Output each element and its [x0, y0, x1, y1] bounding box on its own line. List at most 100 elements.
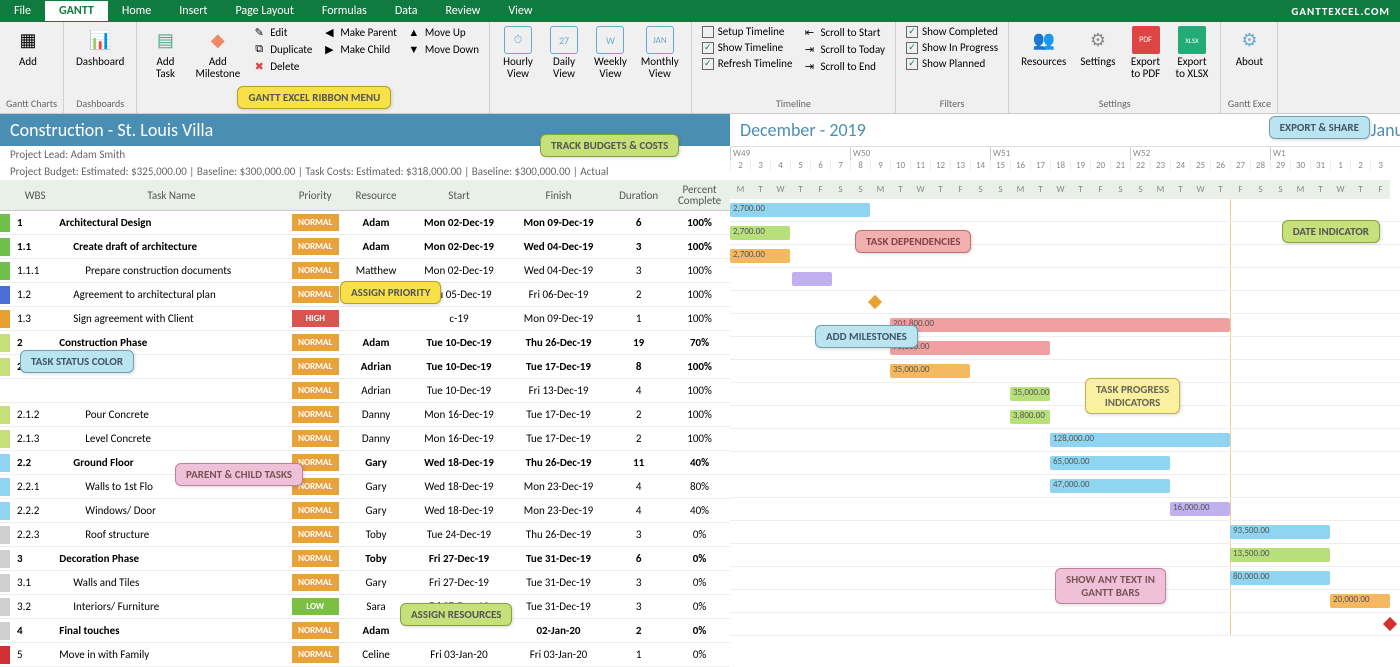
gantt-bar[interactable]: 35,000.00: [890, 364, 970, 378]
milestone-icon: ◆: [204, 26, 232, 54]
move-up-button[interactable]: ▲Move Up: [403, 24, 483, 40]
tab-gantt[interactable]: GANTT: [45, 1, 108, 21]
delete-icon: ✖: [252, 59, 266, 73]
move-down-button[interactable]: ▼Move Down: [403, 41, 483, 57]
table-row[interactable]: 2.1.2Pour ConcreteNORMALDannyMon 16-Dec-…: [0, 403, 730, 427]
table-row[interactable]: 5Move in with FamilyNORMALCelineFri 03-J…: [0, 643, 730, 667]
gantt-bar[interactable]: 16,000.00: [1170, 502, 1230, 516]
tab-file[interactable]: File: [0, 1, 45, 21]
duplicate-button[interactable]: ⧉Duplicate: [248, 41, 316, 57]
callout-track-budgets: TRACK BUDGETS & COSTS: [540, 134, 679, 157]
pdf-icon: PDF: [1132, 26, 1160, 54]
gantt-row: [730, 291, 1400, 314]
gantt-bar[interactable]: 35,000.00: [1010, 387, 1050, 401]
checkbox-icon: ✓: [906, 58, 918, 70]
gantt-bar[interactable]: 65,000.00: [1050, 456, 1170, 470]
table-row[interactable]: 2.2Ground FloorNORMALGaryWed 18-Dec-19Th…: [0, 451, 730, 475]
table-row[interactable]: 2.1.3Level ConcreteNORMALDannyMon 16-Dec…: [0, 427, 730, 451]
tab-review[interactable]: Review: [431, 1, 494, 21]
group-views: [496, 96, 685, 111]
day-of-week: T: [1350, 180, 1370, 199]
add-chart-button[interactable]: ▦Add: [6, 24, 50, 70]
dashboard-button[interactable]: 📊Dashboard: [70, 24, 130, 70]
milestone-marker[interactable]: [1383, 617, 1397, 631]
hourly-view-button[interactable]: ⏱Hourly View: [496, 24, 540, 82]
weekly-view-button[interactable]: WWeekly View: [588, 24, 633, 82]
gantt-bar[interactable]: 3,800.00: [1010, 410, 1050, 424]
gantt-row: 93,500.00: [730, 521, 1400, 544]
scroll-today-icon: ⇥: [802, 42, 816, 56]
col-wbs[interactable]: WBS: [11, 180, 55, 211]
gantt-bar[interactable]: 2,700.00: [730, 249, 790, 263]
gantt-bar[interactable]: 13,500.00: [1230, 548, 1330, 562]
gantt-bar[interactable]: 93,500.00: [1230, 525, 1330, 539]
milestone-marker[interactable]: [868, 295, 882, 309]
col-finish[interactable]: Finish: [509, 180, 609, 211]
make-child-button[interactable]: ▶Make Child: [318, 41, 401, 57]
table-row[interactable]: 1Architectural DesignNORMALAdamMon 02-De…: [0, 211, 730, 235]
table-row[interactable]: 1.1.1Prepare construction documentsNORMA…: [0, 259, 730, 283]
setup-timeline-check[interactable]: Setup Timeline: [698, 24, 797, 39]
col-start[interactable]: Start: [409, 180, 509, 211]
daily-view-button[interactable]: 27Daily View: [542, 24, 586, 82]
delete-button[interactable]: ✖Delete: [248, 58, 316, 74]
timeline-day-numbers: 2345678910111213141516171819202122232425…: [730, 160, 1400, 171]
make-parent-button[interactable]: ◀Make Parent: [318, 24, 401, 40]
gantt-bar[interactable]: 20,000.00: [1330, 594, 1390, 608]
col-percent[interactable]: Percent Complete: [669, 180, 730, 211]
callout-date-indicator: DATE INDICATOR: [1282, 220, 1380, 243]
tab-view[interactable]: View: [494, 1, 546, 21]
tab-home[interactable]: Home: [108, 1, 165, 21]
col-resource[interactable]: Resource: [343, 180, 409, 211]
table-row[interactable]: 1.3Sign agreement with ClientHIGHc-19Mon…: [0, 307, 730, 331]
col-task[interactable]: Task Name: [55, 180, 287, 211]
add-milestone-button[interactable]: ◆Add Milestone: [189, 24, 246, 82]
day-of-week: T: [1070, 180, 1090, 199]
table-row[interactable]: 3.2Interiors/ FurnitureLOWSaraFri 27-Dec…: [0, 595, 730, 619]
export-pdf-button[interactable]: PDFExport to PDF: [1124, 24, 1168, 82]
refresh-timeline-check[interactable]: ✓Refresh Timeline: [698, 56, 797, 71]
add-task-button[interactable]: ▤Add Task: [143, 24, 187, 82]
gantt-bar[interactable]: 2,700.00: [730, 203, 870, 217]
edit-button[interactable]: ✎Edit: [248, 24, 316, 40]
arrow-down-icon: ▼: [407, 42, 421, 56]
gantt-bar[interactable]: 47,000.00: [1050, 479, 1170, 493]
day-number: 25: [1190, 160, 1210, 171]
day-of-week: M: [1290, 180, 1310, 199]
tab-data[interactable]: Data: [381, 1, 432, 21]
tab-insert[interactable]: Insert: [165, 1, 221, 21]
table-row[interactable]: 4Final touchesNORMALAdam02-Jan-2020%: [0, 619, 730, 643]
table-row[interactable]: 3Decoration PhaseNORMALTobyFri 27-Dec-19…: [0, 547, 730, 571]
about-button[interactable]: ⚙About: [1227, 24, 1271, 70]
show-timeline-check[interactable]: ✓Show Timeline: [698, 40, 797, 55]
scroll-end-button[interactable]: ⇥Scroll to End: [798, 58, 889, 74]
scroll-today-button[interactable]: ⇥Scroll to Today: [798, 41, 889, 57]
gantt-bar[interactable]: 201,800.00: [890, 318, 1230, 332]
export-xlsx-button[interactable]: XLSXExport to XLSX: [1170, 24, 1215, 82]
gantt-bar[interactable]: [792, 272, 832, 286]
tab-page-layout[interactable]: Page Layout: [221, 1, 307, 21]
col-priority[interactable]: Priority: [288, 180, 343, 211]
scroll-start-button[interactable]: ⇤Scroll to Start: [798, 24, 889, 40]
show-completed-check[interactable]: ✓Show Completed: [902, 24, 1002, 39]
gantt-bar[interactable]: 2,700.00: [730, 226, 790, 240]
gantt-bar[interactable]: 128,000.00: [1050, 433, 1230, 447]
table-row[interactable]: 1.1Create draft of architectureNORMALAda…: [0, 235, 730, 259]
settings-button[interactable]: ⚙Settings: [1074, 24, 1121, 70]
table-row[interactable]: 2.2.1Walls to 1st FloNORMALGaryWed 18-De…: [0, 475, 730, 499]
brand-text: GANTTEXCEL.COM: [1291, 5, 1400, 18]
checkbox-icon: [702, 26, 714, 38]
callout-add-milestones: ADD MILESTONES: [815, 325, 918, 348]
resources-button[interactable]: 👥Resources: [1015, 24, 1072, 70]
callout-progress-indicators: TASK PROGRESS INDICATORS: [1085, 378, 1180, 414]
show-inprogress-check[interactable]: ✓Show In Progress: [902, 40, 1002, 55]
table-row[interactable]: 2.2.2Windows/ DoorNORMALGaryWed 18-Dec-1…: [0, 499, 730, 523]
table-row[interactable]: 2.2.3Roof structureNORMALTobyTue 24-Dec-…: [0, 523, 730, 547]
table-row[interactable]: NORMALAdrianTue 10-Dec-19Fri 13-Dec-1941…: [0, 379, 730, 403]
monthly-view-button[interactable]: JANMonthly View: [635, 24, 685, 82]
col-duration[interactable]: Duration: [608, 180, 669, 211]
tab-formulas[interactable]: Formulas: [308, 1, 381, 21]
gantt-bar[interactable]: 80,000.00: [1230, 571, 1330, 585]
table-row[interactable]: 3.1Walls and TilesNORMALGaryFri 27-Dec-1…: [0, 571, 730, 595]
show-planned-check[interactable]: ✓Show Planned: [902, 56, 1002, 71]
